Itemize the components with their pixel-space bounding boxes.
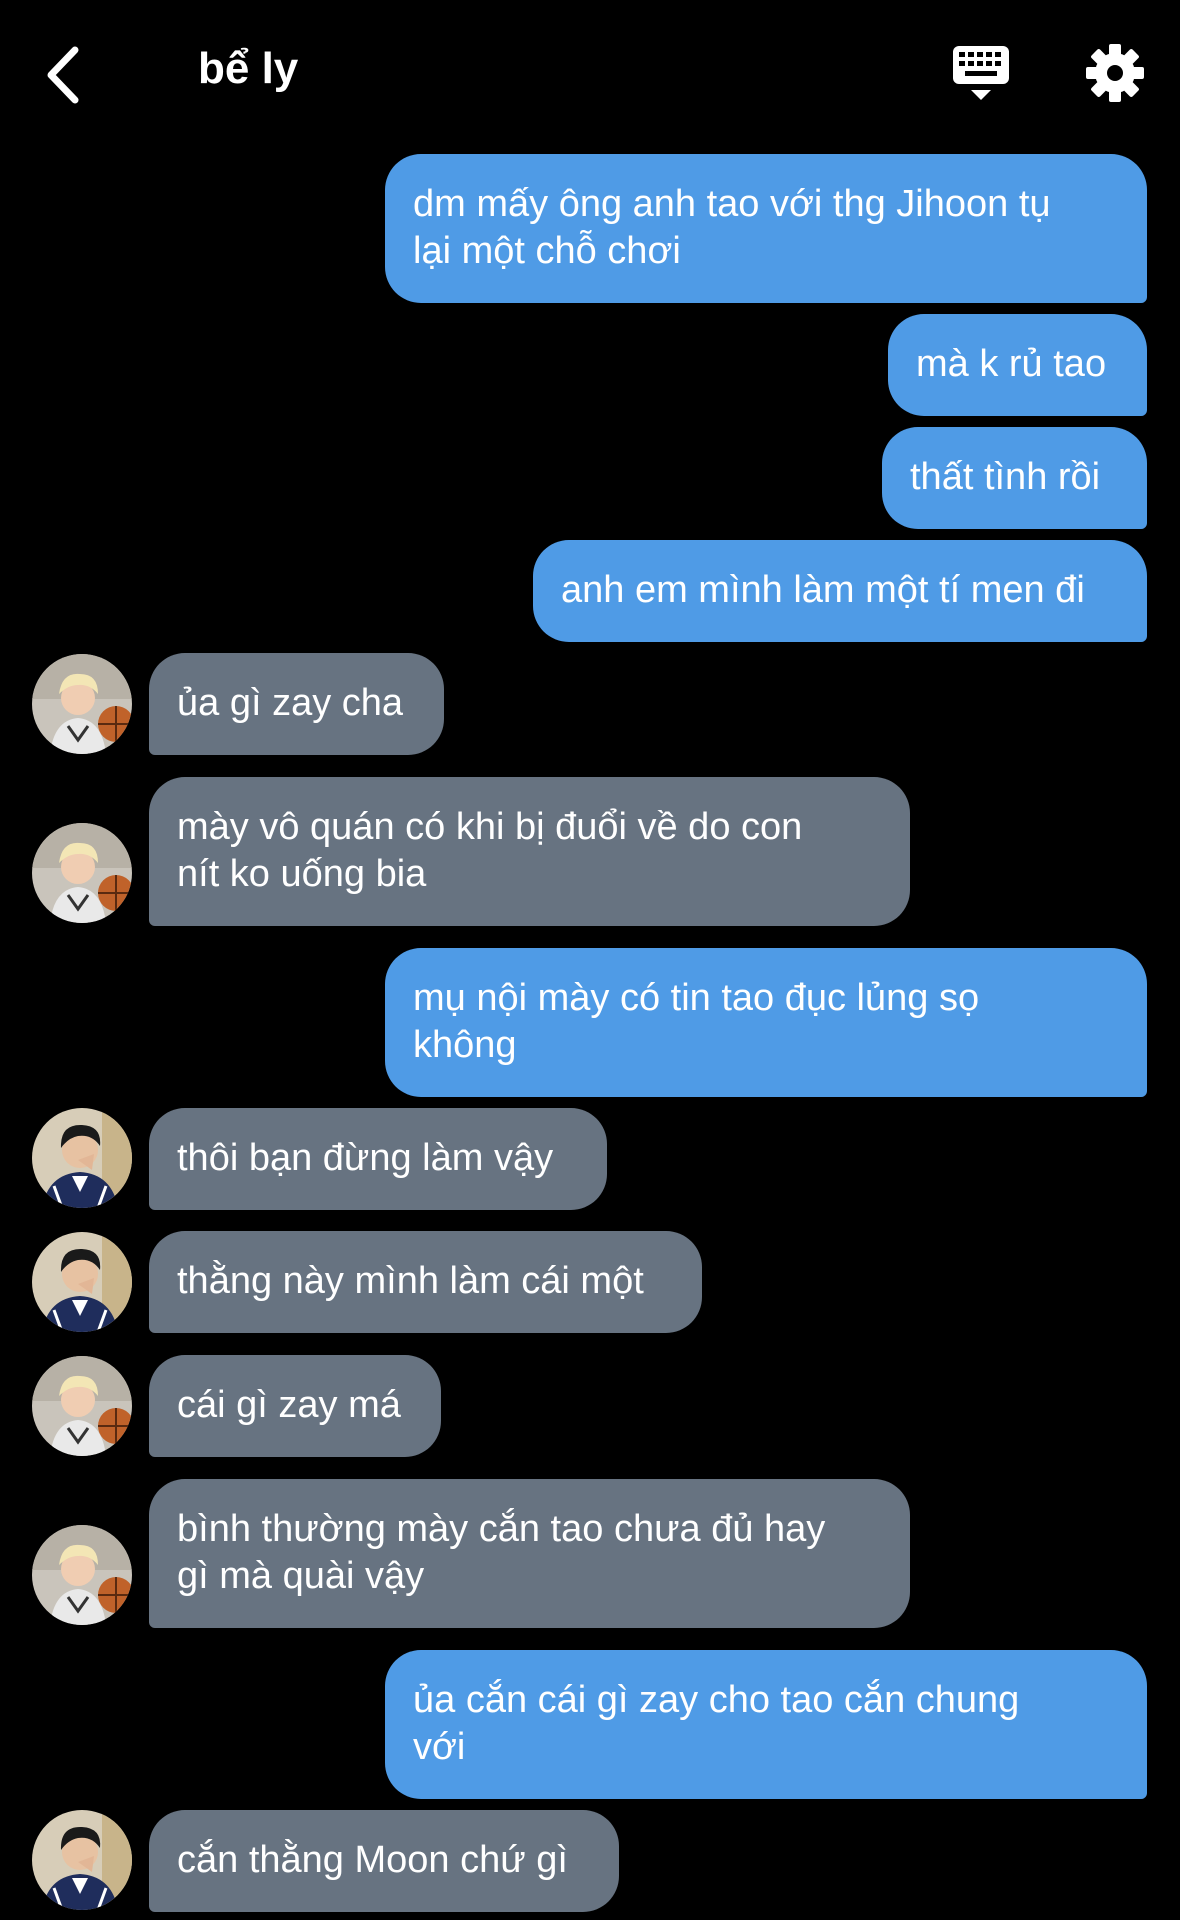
settings-button[interactable]	[1084, 42, 1146, 104]
dark-hair-boy-jacket-avatar[interactable]	[32, 1232, 132, 1332]
keyboard-icon	[953, 46, 1009, 100]
sent-message-bubble[interactable]: mụ nội mày có tin tao đục lủng sọ không	[385, 948, 1147, 1097]
sent-message-bubble[interactable]: thất tình rồi	[882, 427, 1147, 529]
chat-header: bể ly	[0, 0, 1180, 150]
dark-hair-boy-jacket-avatar[interactable]	[32, 1810, 132, 1910]
message-thread[interactable]: dm mấy ông anh tao với thg Jihoon tụ lại…	[0, 152, 1180, 1920]
back-button[interactable]	[38, 40, 88, 110]
blond-boy-basketball-avatar[interactable]	[32, 1525, 132, 1625]
sent-message-bubble[interactable]: dm mấy ông anh tao với thg Jihoon tụ lại…	[385, 154, 1147, 303]
sent-message-bubble[interactable]: ủa cắn cái gì zay cho tao cắn chung với	[385, 1650, 1147, 1799]
received-message-bubble[interactable]: mày vô quán có khi bị đuổi về do con nít…	[149, 777, 910, 926]
blond-boy-basketball-avatar[interactable]	[32, 654, 132, 754]
chevron-left-icon	[47, 46, 79, 104]
chat-title: bể ly	[198, 44, 299, 93]
sent-message-bubble[interactable]: mà k rủ tao	[888, 314, 1147, 416]
received-message-bubble[interactable]: thôi bạn đừng làm vậy	[149, 1108, 607, 1210]
received-message-bubble[interactable]: cái gì zay má	[149, 1355, 441, 1457]
received-message-bubble[interactable]: thằng này mình làm cái một	[149, 1231, 702, 1333]
dark-hair-boy-jacket-avatar[interactable]	[32, 1108, 132, 1208]
sent-message-bubble[interactable]: anh em mình làm một tí men đi	[533, 540, 1147, 642]
keyboard-button[interactable]	[950, 42, 1012, 104]
gear-icon	[1086, 44, 1144, 102]
received-message-bubble[interactable]: cắn thằng Moon chứ gì	[149, 1810, 619, 1912]
received-message-bubble[interactable]: bình thường mày cắn tao chưa đủ hay gì m…	[149, 1479, 910, 1628]
blond-boy-basketball-avatar[interactable]	[32, 823, 132, 923]
received-message-bubble[interactable]: ủa gì zay cha	[149, 653, 444, 755]
blond-boy-basketball-avatar[interactable]	[32, 1356, 132, 1456]
